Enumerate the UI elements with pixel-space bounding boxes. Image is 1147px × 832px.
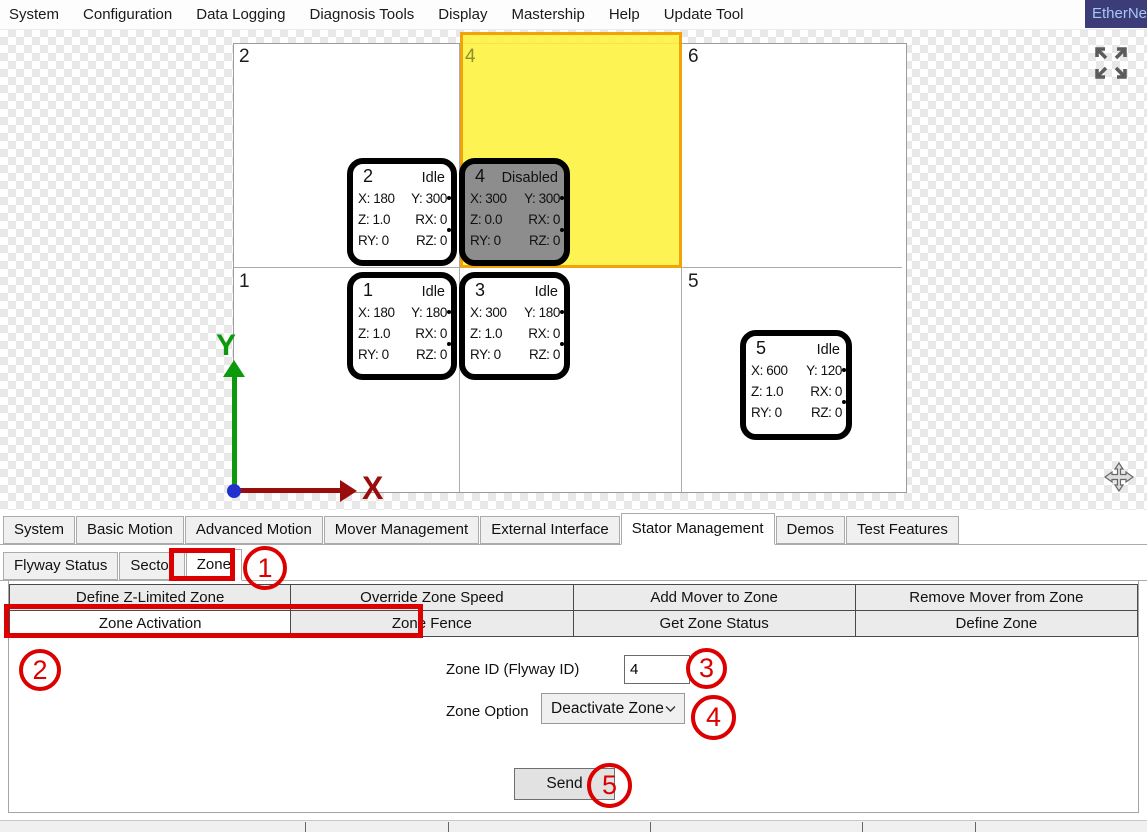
sub-tabstrip: Flyway Status Sector Zone [0,548,1147,581]
fullscreen-expand-icon[interactable] [1089,41,1133,90]
y-axis-label: Y [216,329,236,363]
menu-system[interactable]: System [0,6,71,23]
override-zone-speed-button[interactable]: Override Zone Speed [290,584,573,611]
statusbar-divider [862,822,863,832]
mover-status: Disabled [502,167,560,190]
y-axis-line [232,376,237,492]
menubar: System Configuration Data Logging Diagno… [0,0,1147,30]
statusbar-divider [650,822,651,832]
add-mover-to-zone-button[interactable]: Add Mover to Zone [573,584,856,611]
mover-handle-dot [447,342,451,346]
statusbar-divider [305,822,306,832]
zone-activation-button[interactable]: Zone Activation [9,610,291,637]
menu-mastership[interactable]: Mastership [499,6,596,23]
sector-label-4: 4 [465,47,476,66]
mover-handle-dot [560,310,564,314]
menu-update-tool[interactable]: Update Tool [652,6,756,23]
define-zone-button[interactable]: Define Zone [855,610,1138,637]
tab-test-features[interactable]: Test Features [846,516,959,544]
ethernet-status-badge[interactable]: EtherNe [1085,0,1147,28]
mover-3[interactable]: 3 Idle X: 300Y: 180 Z: 1.0RX: 0 RY: 0RZ:… [459,272,570,380]
statusbar-divider [975,822,976,832]
statusbar-divider [448,822,449,832]
x-axis-label: X [362,470,383,507]
sector-label-5: 5 [688,272,699,291]
mover-handle-dot [560,228,564,232]
x-axis-line [234,488,340,493]
origin-dot [227,484,241,498]
mover-id: 4 [470,165,485,188]
zone-fence-button[interactable]: Zone Fence [290,610,573,637]
mover-id: 3 [470,279,485,302]
menu-configuration[interactable]: Configuration [71,6,184,23]
tab-sector[interactable]: Sector [119,552,184,580]
menu-diagnosis-tools[interactable]: Diagnosis Tools [298,6,427,23]
x-axis-arrowhead-icon [340,480,357,502]
mover-5[interactable]: 5 Idle X: 600Y: 120 Z: 1.0RX: 0 RY: 0RZ:… [740,330,852,440]
mover-id: 1 [358,279,373,302]
sector-cell-6[interactable] [682,44,902,268]
send-button[interactable]: Send [514,768,615,800]
mover-handle-dot [447,228,451,232]
mover-handle-dot [447,310,451,314]
remove-mover-from-zone-button[interactable]: Remove Mover from Zone [855,584,1138,611]
get-zone-status-button[interactable]: Get Zone Status [573,610,856,637]
app-window: System Configuration Data Logging Diagno… [0,0,1147,832]
mover-id: 2 [358,165,373,188]
tab-basic-motion[interactable]: Basic Motion [76,516,184,544]
mover-id: 5 [751,337,766,360]
mover-1[interactable]: 1 Idle X: 180Y: 180 Z: 1.0RX: 0 RY: 0RZ:… [347,272,457,380]
status-bar [0,820,1147,832]
tab-flyway-status[interactable]: Flyway Status [3,552,118,580]
planar-viewport: 2 4 6 1 5 2 Idle X: 180Y: 300 Z: 1.0RX: … [0,29,1147,510]
define-z-limited-zone-button[interactable]: Define Z-Limited Zone [9,584,291,611]
mover-status: Idle [535,281,560,304]
mover-2[interactable]: 2 Idle X: 180Y: 300 Z: 1.0RX: 0 RY: 0RZ:… [347,158,457,266]
zone-id-label: Zone ID (Flyway ID) [446,656,579,684]
mover-handle-dot [842,368,846,372]
mover-handle-dot [560,196,564,200]
zone-id-input[interactable] [624,655,690,684]
mover-status: Idle [817,339,842,362]
mover-status: Idle [422,281,447,304]
mover-4[interactable]: 4 Disabled X: 300Y: 300 Z: 0.0RX: 0 RY: … [459,158,570,266]
mover-handle-dot [560,342,564,346]
main-tabstrip: System Basic Motion Advanced Motion Move… [0,512,1147,545]
mover-status: Idle [422,167,447,190]
mover-handle-dot [842,400,846,404]
menu-help[interactable]: Help [597,6,652,23]
zone-option-label: Zone Option [446,696,529,727]
tab-mover-management[interactable]: Mover Management [324,516,479,544]
zone-panel: Define Z-Limited Zone Override Zone Spee… [8,581,1139,813]
mover-handle-dot [447,196,451,200]
menu-data-logging[interactable]: Data Logging [184,6,297,23]
tab-stator-management[interactable]: Stator Management [621,513,775,545]
menu-display[interactable]: Display [426,6,499,23]
zone-option-select[interactable]: Deactivate Zone [541,693,685,724]
tab-demos[interactable]: Demos [776,516,846,544]
sector-label-2: 2 [239,47,250,66]
tab-external-interface[interactable]: External Interface [480,516,620,544]
zone-option-value: Deactivate Zone [551,700,664,718]
zone-button-grid: Define Z-Limited Zone Override Zone Spee… [9,584,1138,636]
tab-system[interactable]: System [3,516,75,544]
sector-label-1: 1 [239,272,250,291]
chevron-down-icon [665,700,676,718]
sector-label-6: 6 [688,47,699,66]
tab-advanced-motion[interactable]: Advanced Motion [185,516,323,544]
pan-move-icon[interactable] [1104,462,1134,497]
tab-zone[interactable]: Zone [186,549,242,581]
